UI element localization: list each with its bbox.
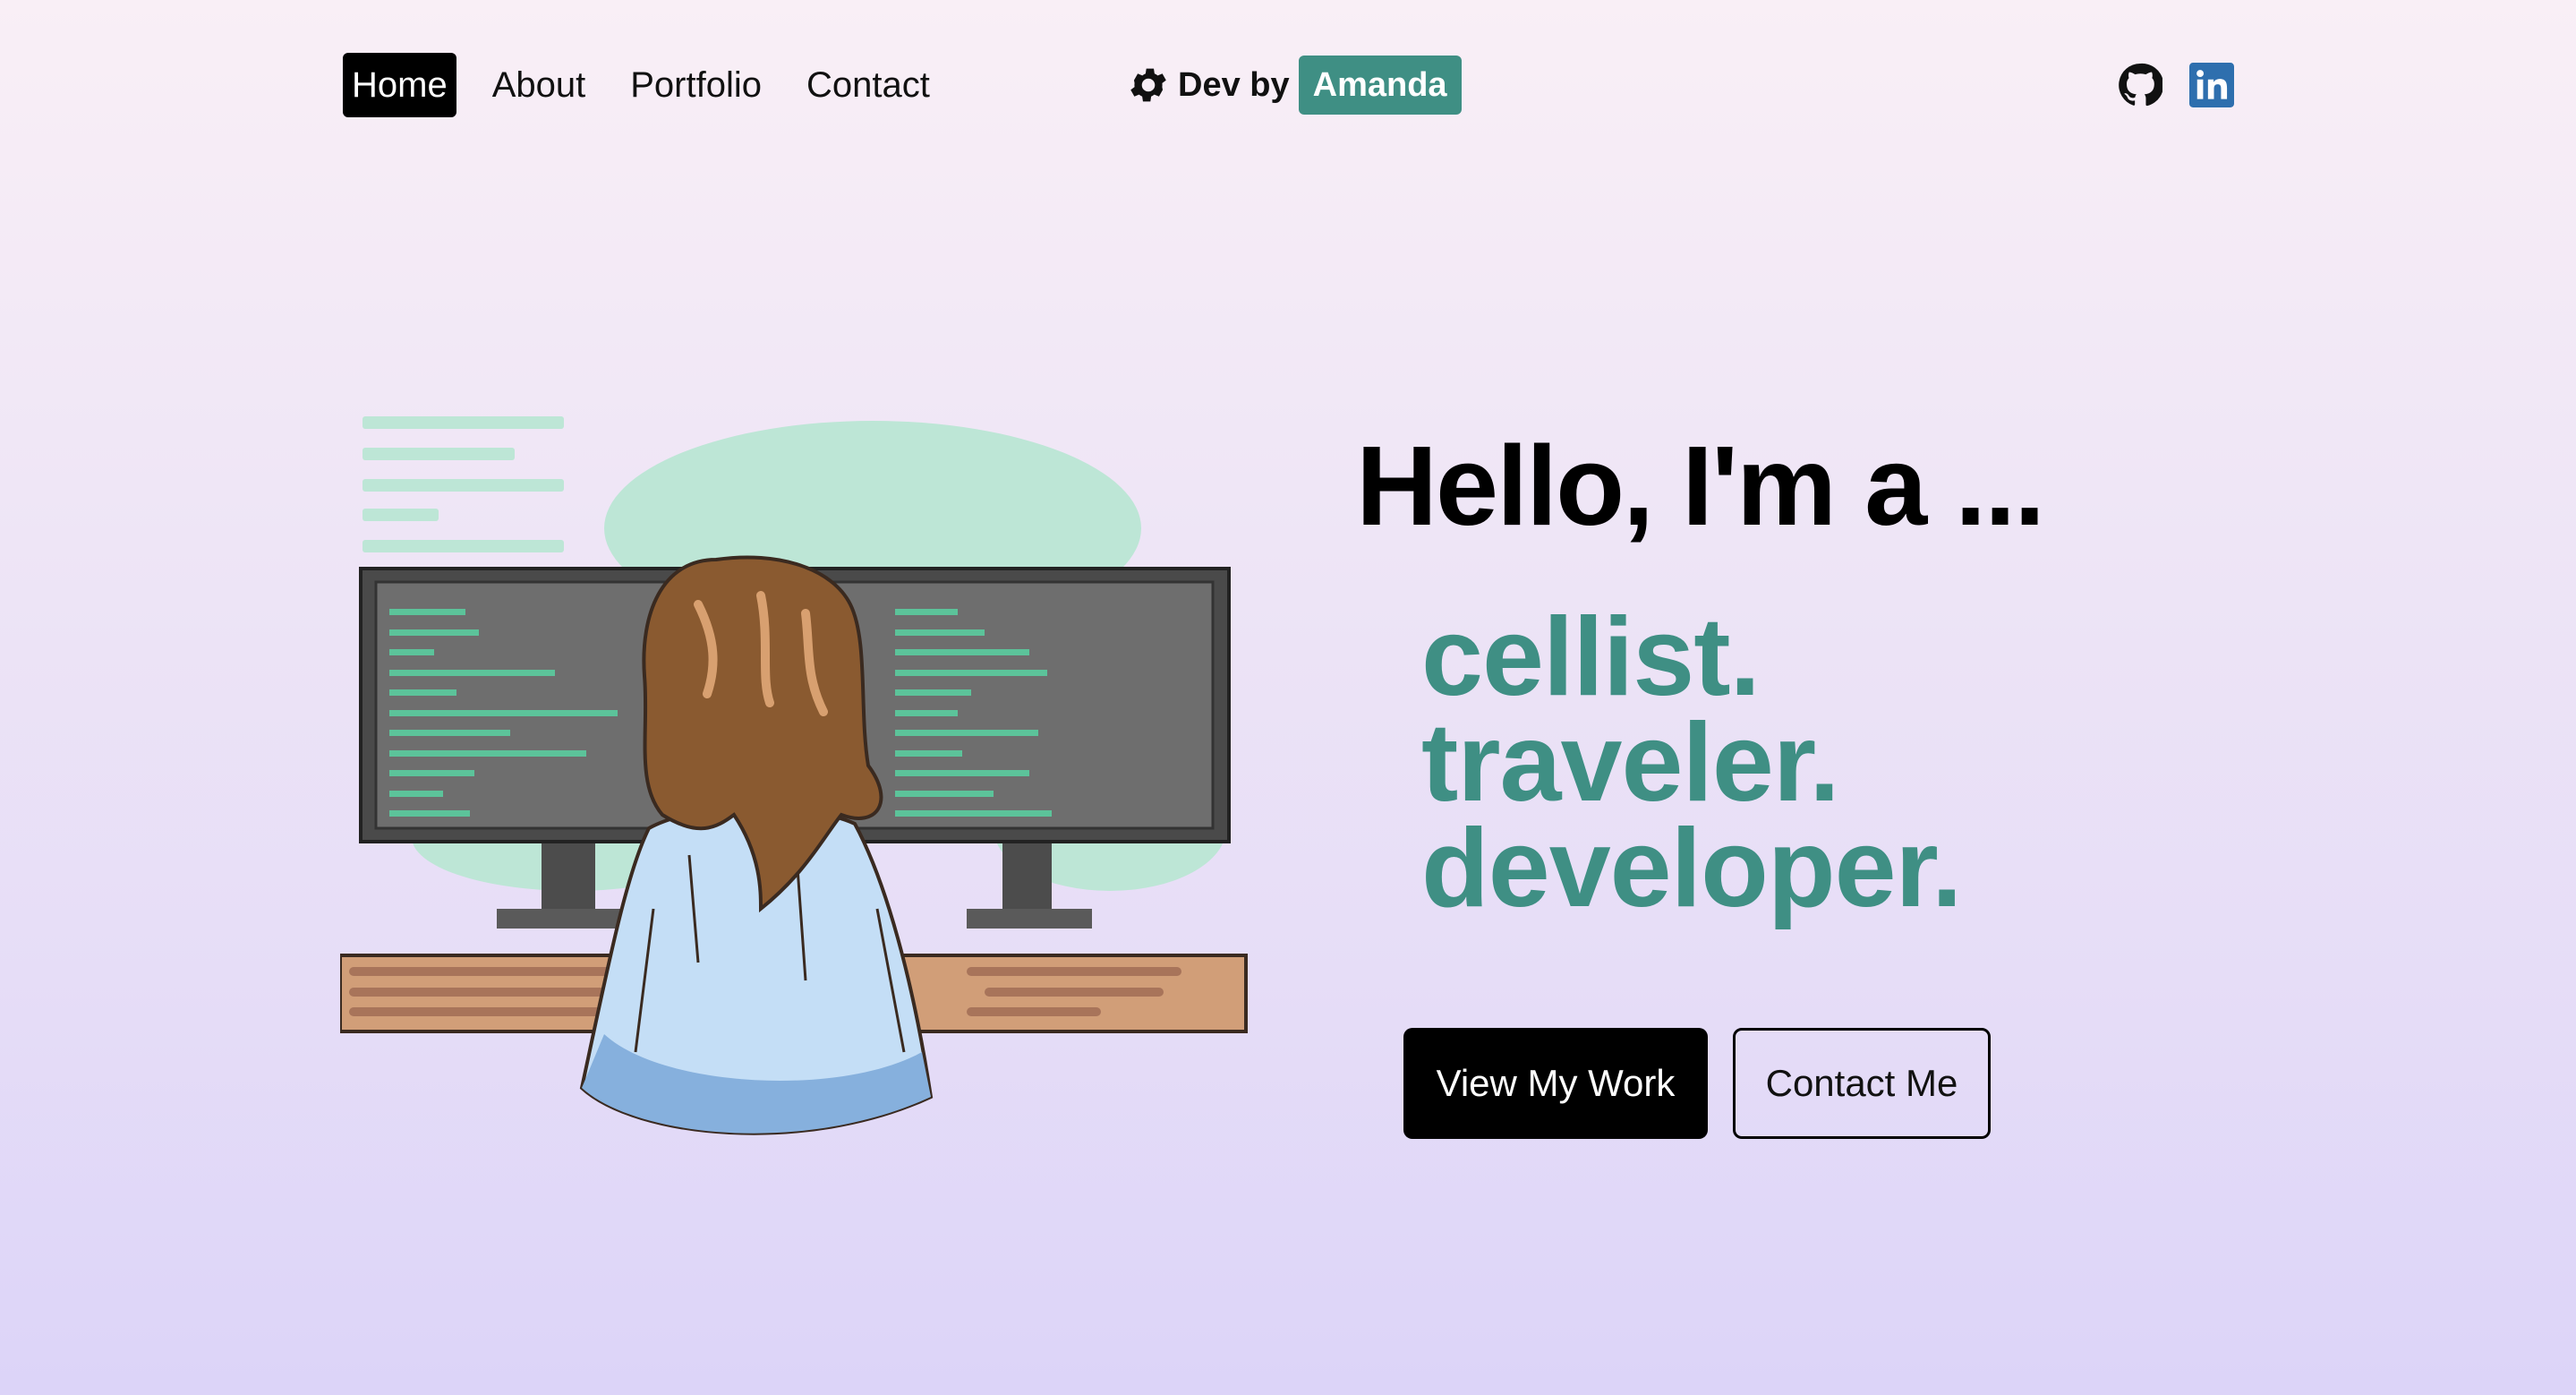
contact-me-button[interactable]: Contact Me (1733, 1028, 1991, 1139)
nav-links: Home About Portfolio Contact (343, 53, 966, 117)
site-brand[interactable]: Dev by Amanda (1126, 56, 1462, 115)
brand-prefix: Dev by (1178, 65, 1290, 104)
gear-icon (1130, 68, 1166, 102)
nav-portfolio-link[interactable]: Portfolio (621, 53, 771, 117)
nav-about-link[interactable]: About (483, 53, 595, 117)
view-my-work-button[interactable]: View My Work (1403, 1028, 1708, 1139)
nav-home-link[interactable]: Home (343, 53, 456, 117)
brand-name-badge: Amanda (1298, 56, 1462, 115)
cta-buttons: View My Work Contact Me (1403, 1028, 1991, 1139)
linkedin-icon[interactable] (2189, 63, 2234, 107)
role-developer: developer. (1421, 807, 1962, 930)
nav-contact-link[interactable]: Contact (798, 53, 939, 117)
social-links (2118, 63, 2261, 107)
developer-illustration (340, 416, 1248, 1135)
hero-heading: Hello, I'm a ... (1356, 423, 2045, 549)
role-traveler: traveler. (1421, 701, 1840, 825)
top-navigation: Home About Portfolio Contact Dev by Aman… (0, 0, 2576, 170)
role-cellist: cellist. (1421, 595, 1761, 719)
roles-list: cellist. traveler. developer. (1421, 595, 1962, 930)
github-icon[interactable] (2118, 63, 2162, 107)
